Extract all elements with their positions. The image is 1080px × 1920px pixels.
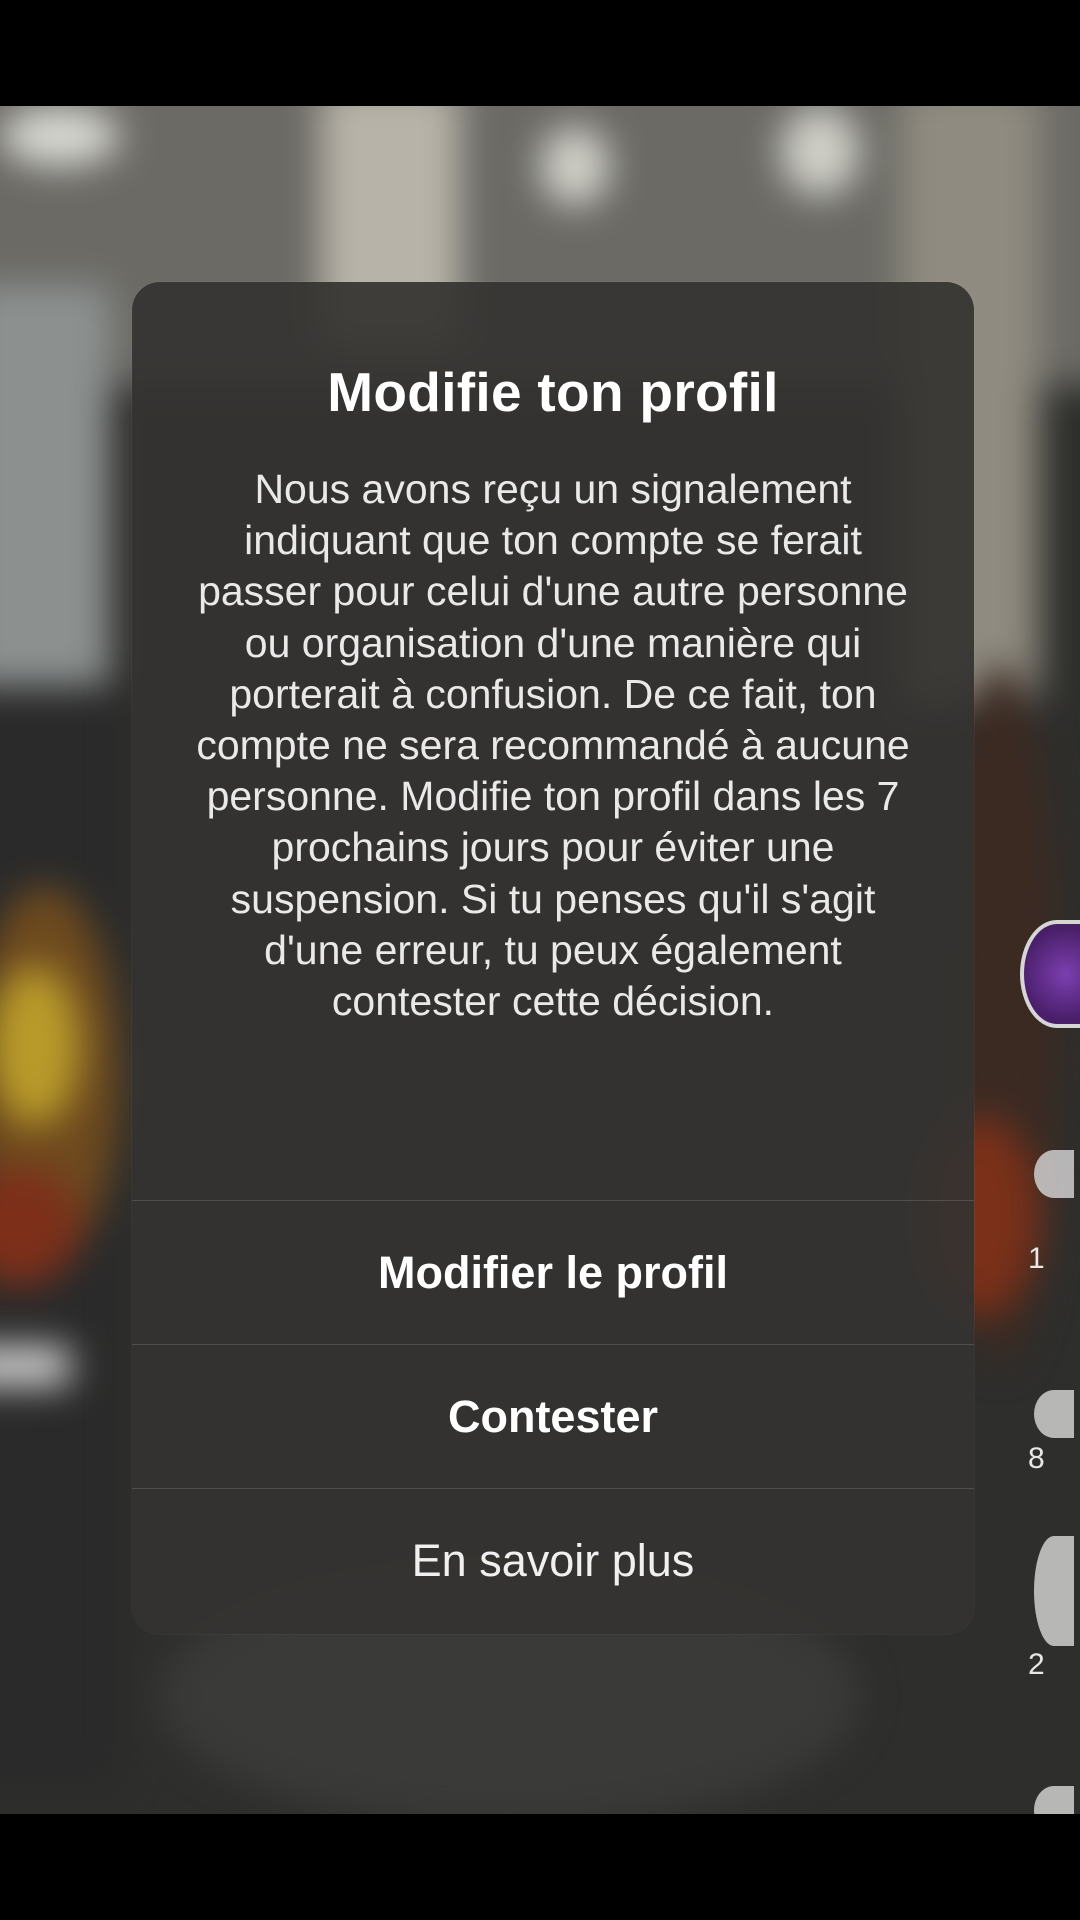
edit-profile-button[interactable]: Modifier le profil xyxy=(132,1200,974,1344)
dialog-title: Modifie ton profil xyxy=(327,361,779,423)
learn-more-button[interactable]: En savoir plus xyxy=(132,1488,974,1632)
screen: 1 8 2 Modifie ton profil Nous avons reçu… xyxy=(0,0,1080,1920)
like-count: 1 xyxy=(1028,1242,1045,1275)
like-icon[interactable] xyxy=(1034,1150,1074,1198)
comment-count: 8 xyxy=(1028,1442,1045,1475)
bookmark-count: 2 xyxy=(1028,1648,1045,1681)
share-icon[interactable] xyxy=(1034,1786,1074,1814)
dialog-content: Modifie ton profil Nous avons reçu un si… xyxy=(132,282,974,1200)
edit-profile-dialog: Modifie ton profil Nous avons reçu un si… xyxy=(132,282,974,1634)
bookmark-icon[interactable] xyxy=(1034,1536,1074,1646)
comment-icon[interactable] xyxy=(1034,1390,1074,1438)
side-action-rail: 1 8 2 xyxy=(1020,106,1080,1814)
creator-avatar[interactable] xyxy=(1020,920,1080,1028)
contest-button[interactable]: Contester xyxy=(132,1344,974,1488)
dialog-message: Nous avons reçu un signalement indiquant… xyxy=(196,466,910,1025)
